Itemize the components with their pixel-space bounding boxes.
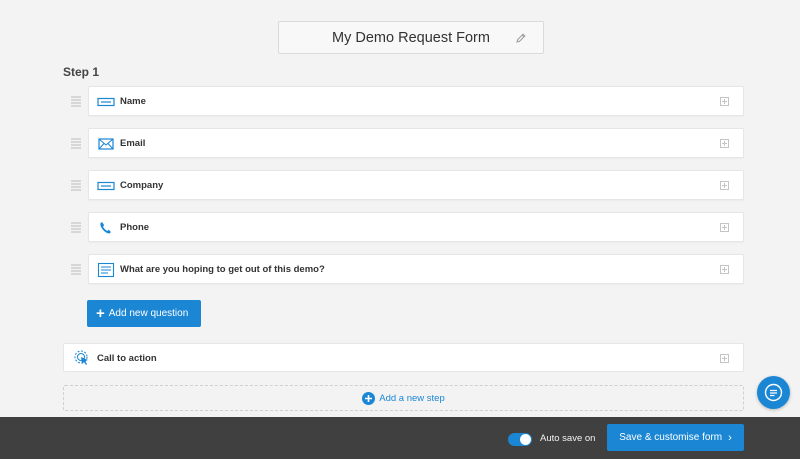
envelope-icon — [98, 138, 114, 150]
text-field-icon — [97, 97, 115, 107]
expand-icon[interactable] — [720, 97, 729, 106]
question-label: Name — [120, 96, 146, 107]
toggle-knob — [520, 434, 531, 445]
drag-handle-icon[interactable] — [70, 263, 82, 275]
chat-bubble-icon — [764, 383, 783, 402]
expand-icon[interactable] — [720, 223, 729, 232]
expand-icon[interactable] — [720, 181, 729, 190]
add-new-step-label: Add a new step — [379, 393, 445, 404]
drag-handle-icon[interactable] — [70, 95, 82, 107]
question-card-email[interactable]: Email — [88, 128, 744, 158]
call-to-action-card[interactable]: Call to action — [63, 343, 744, 372]
plus-circle-icon — [362, 392, 376, 405]
call-to-action-label: Call to action — [97, 353, 157, 364]
add-new-step-button[interactable]: Add a new step — [63, 385, 744, 411]
form-title-box[interactable]: My Demo Request Form — [278, 21, 544, 54]
question-card-name[interactable]: Name — [88, 86, 744, 116]
add-new-question-label: Add new question — [108, 308, 189, 319]
drag-handle-icon[interactable] — [70, 137, 82, 149]
auto-save-label: Auto save on — [540, 433, 596, 444]
question-label: Phone — [120, 222, 150, 233]
drag-handle-icon[interactable] — [70, 221, 82, 233]
save-button-label: Save & customise form — [619, 432, 723, 443]
question-card-phone[interactable]: Phone — [88, 212, 744, 242]
phone-icon — [100, 222, 111, 234]
expand-icon[interactable] — [720, 139, 729, 148]
expand-icon[interactable] — [720, 354, 729, 363]
plus-icon: + — [96, 305, 105, 322]
step-label: Step 1 — [63, 65, 100, 79]
expand-icon[interactable] — [720, 265, 729, 274]
add-new-question-button[interactable]: + Add new question — [87, 300, 201, 327]
pencil-icon[interactable] — [515, 32, 527, 44]
paragraph-icon — [97, 262, 115, 278]
save-customise-form-button[interactable]: Save & customise form › — [607, 424, 744, 451]
question-card-company[interactable]: Company — [88, 170, 744, 200]
drag-handle-icon[interactable] — [70, 179, 82, 191]
text-field-icon — [97, 181, 115, 191]
footer-bar: Auto save on Save & customise form › — [0, 417, 800, 459]
form-title[interactable]: My Demo Request Form — [279, 30, 543, 46]
question-label: What are you hoping to get out of this d… — [120, 264, 325, 275]
question-label: Email — [120, 138, 146, 149]
chevron-right-icon: › — [728, 431, 732, 444]
question-label: Company — [120, 180, 164, 191]
question-card-demo-goals[interactable]: What are you hoping to get out of this d… — [88, 254, 744, 284]
auto-save-toggle[interactable] — [508, 433, 532, 446]
target-pointer-icon — [74, 350, 88, 365]
chat-button[interactable] — [757, 376, 790, 409]
